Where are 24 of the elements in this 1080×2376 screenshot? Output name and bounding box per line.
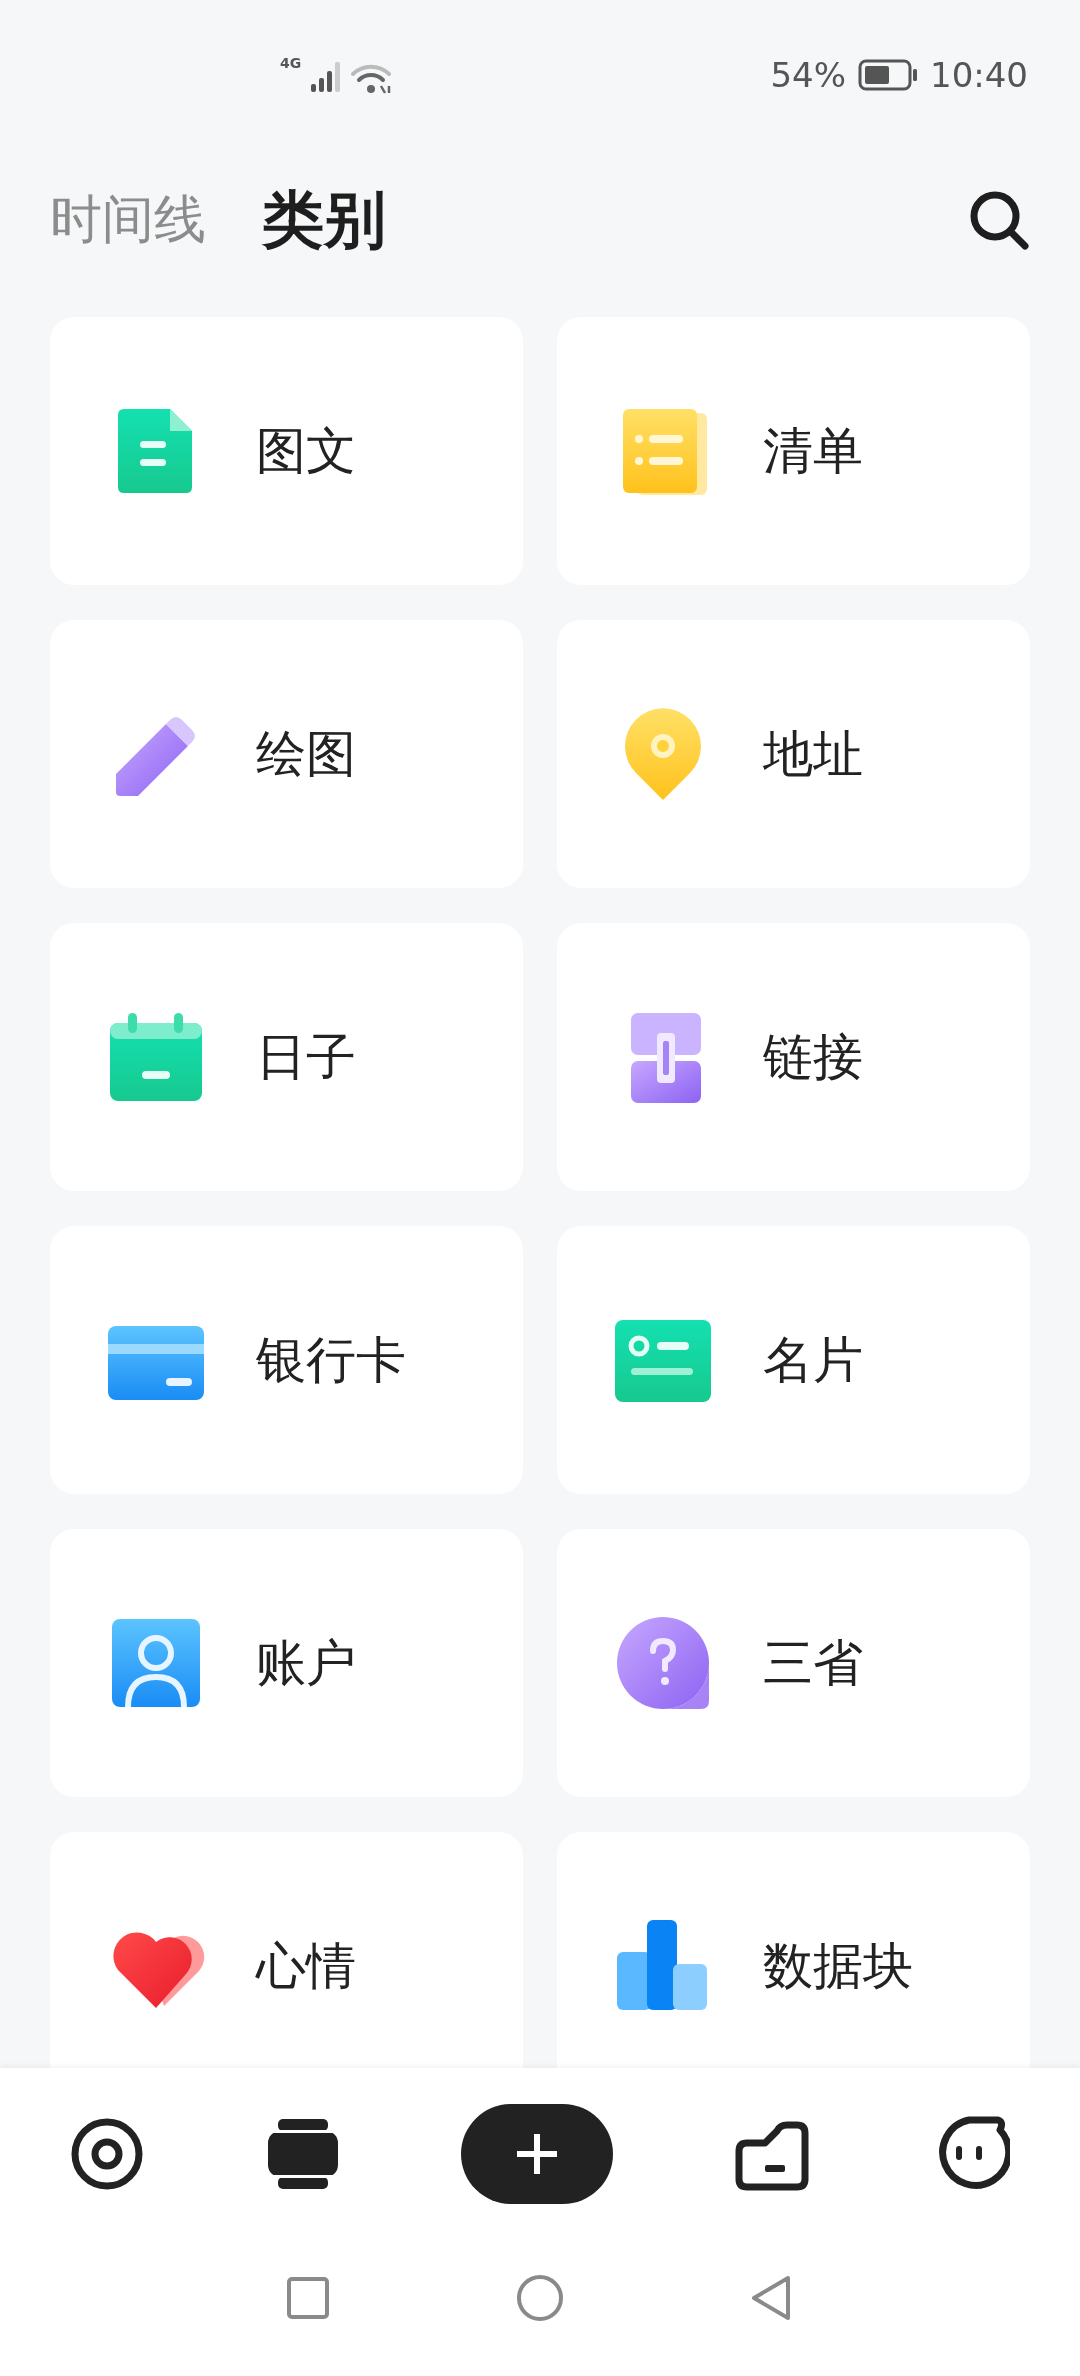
wifi-icon	[351, 62, 394, 94]
category-card[interactable]: 清单	[557, 317, 1030, 585]
battery-icon	[858, 59, 918, 91]
battery-percentage: 54%	[770, 55, 846, 95]
category-card[interactable]: 名片	[557, 1226, 1030, 1494]
home-icon[interactable]	[516, 2274, 564, 2322]
category-card[interactable]: 地址	[557, 620, 1030, 888]
category-card[interactable]: 链接	[557, 923, 1030, 1191]
recent-apps-icon[interactable]	[286, 2276, 330, 2320]
network-type: 4G	[280, 56, 302, 70]
plus-icon	[515, 2132, 559, 2176]
category-card[interactable]: 绘图	[50, 620, 523, 888]
clock-time: 10:40	[930, 55, 1028, 95]
category-card[interactable]: 三省	[557, 1529, 1030, 1797]
category-card[interactable]: 账户	[50, 1529, 523, 1797]
category-card[interactable]: 数据块	[557, 1832, 1030, 2068]
category-card[interactable]: 日子	[50, 923, 523, 1191]
search-icon[interactable]	[968, 189, 1030, 251]
category-card[interactable]: 心情	[50, 1832, 523, 2068]
view-tab[interactable]: 类别	[262, 178, 386, 262]
category-card[interactable]: 银行卡	[50, 1226, 523, 1494]
target-icon[interactable]	[70, 2117, 144, 2191]
category-card[interactable]: 图文	[50, 317, 523, 585]
cards-stack-icon[interactable]	[265, 2117, 340, 2191]
